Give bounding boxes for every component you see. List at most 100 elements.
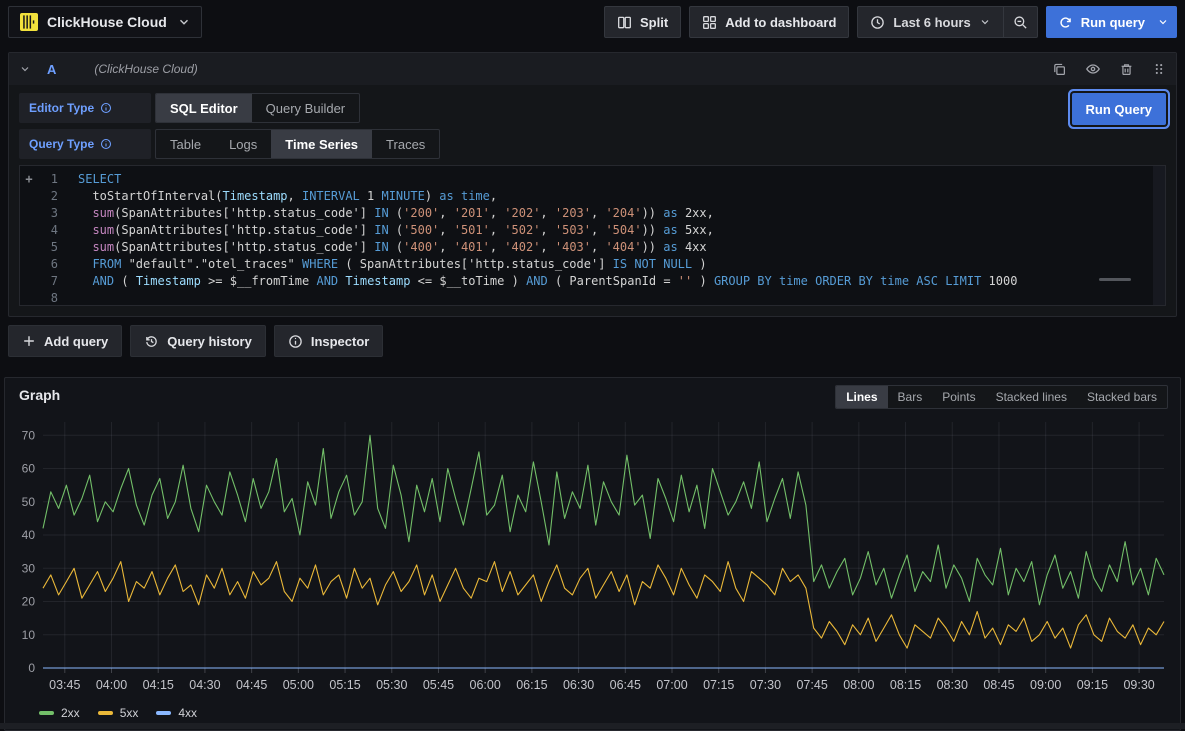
code-token: AND — [316, 274, 338, 288]
graph-panel: Graph Lines Bars Points Stacked lines St… — [4, 377, 1181, 731]
query-type-option-time-series[interactable]: Time Series — [271, 130, 372, 158]
code-token: >= — [201, 274, 230, 288]
code-token: as — [663, 206, 677, 220]
code-token: GROUP BY — [714, 274, 772, 288]
code-token: IN — [374, 223, 388, 237]
inspector-button[interactable]: Inspector — [274, 325, 384, 357]
x-tick-label: 06:00 — [470, 678, 501, 692]
time-picker-group: Last 6 hours — [857, 6, 1037, 38]
code-line[interactable]: 5 sum(SpanAttributes['http.status_code']… — [20, 239, 1165, 256]
hide-response-eye-icon[interactable] — [1085, 61, 1101, 77]
sql-code-editor[interactable]: +1SELECT2 toStartOfInterval(Timestamp, I… — [19, 165, 1166, 306]
display-mode-stacked-lines[interactable]: Stacked lines — [986, 386, 1077, 408]
code-line[interactable]: 4 sum(SpanAttributes['http.status_code']… — [20, 222, 1165, 239]
code-token: ) — [425, 189, 439, 203]
code-line[interactable]: 7 AND ( Timestamp >= $__fromTime AND Tim… — [20, 273, 1165, 290]
x-tick-label: 07:30 — [750, 678, 781, 692]
duplicate-query-icon[interactable] — [1052, 62, 1067, 77]
datasource-picker[interactable]: ClickHouse Cloud — [8, 6, 202, 38]
query-type-option-logs[interactable]: Logs — [215, 130, 271, 158]
legend-item-5xx[interactable]: 5xx — [98, 706, 139, 720]
code-line[interactable]: 2 toStartOfInterval(Timestamp, INTERVAL … — [20, 188, 1165, 205]
x-tick-label: 04:00 — [96, 678, 127, 692]
chevron-down-icon — [177, 15, 191, 29]
time-series-chart-svg[interactable]: 01020304050607003:4504:0004:1504:3004:45… — [9, 414, 1170, 702]
code-token: sum — [92, 240, 114, 254]
legend-item-2xx[interactable]: 2xx — [39, 706, 80, 720]
code-token: '' — [678, 274, 692, 288]
x-tick-label: 04:15 — [143, 678, 174, 692]
code-line[interactable]: +1SELECT — [20, 171, 1165, 188]
run-query-dropdown[interactable] — [1153, 16, 1177, 28]
code-token: ASC — [916, 274, 938, 288]
line-number: 8 — [38, 290, 58, 306]
editor-scrollbar-track[interactable] — [1153, 166, 1165, 305]
display-mode-points[interactable]: Points — [932, 386, 985, 408]
code-line[interactable]: 6 FROM "default"."otel_traces" WHERE ( S… — [20, 256, 1165, 273]
code-token: time — [779, 274, 808, 288]
query-history-button[interactable]: Query history — [130, 325, 266, 357]
code-line[interactable]: 3 sum(SpanAttributes['http.status_code']… — [20, 205, 1165, 222]
info-icon[interactable] — [100, 138, 112, 150]
query-ref-id: A — [47, 62, 56, 77]
code-token: INTERVAL — [302, 189, 360, 203]
explore-actions: Add query Query history Inspector — [8, 325, 1177, 357]
collapse-chevron-icon[interactable] — [19, 63, 31, 75]
line-gutter: +1 — [20, 171, 66, 188]
line-gutter: 6 — [20, 256, 66, 273]
code-token: IN — [374, 206, 388, 220]
editor-type-option-sql-editor[interactable]: SQL Editor — [156, 94, 252, 122]
time-range-button[interactable]: Last 6 hours — [858, 7, 1002, 37]
code-token: 1000 — [981, 274, 1017, 288]
drag-handle-icon[interactable] — [1152, 62, 1166, 76]
x-tick-label: 05:00 — [283, 678, 314, 692]
code-token: Timestamp — [223, 189, 288, 203]
display-mode-bars[interactable]: Bars — [888, 386, 933, 408]
code-token: '200' — [403, 206, 439, 220]
editor-hscrollbar-thumb[interactable] — [1099, 278, 1131, 281]
code-token: '400' — [403, 240, 439, 254]
y-tick-label: 0 — [28, 661, 35, 675]
run-query-panel-button[interactable]: Run Query — [1072, 93, 1166, 125]
code-token: ) — [692, 274, 714, 288]
add-to-dashboard-button[interactable]: Add to dashboard — [689, 6, 849, 38]
legend-swatch-icon — [156, 711, 171, 715]
legend-item-4xx[interactable]: 4xx — [156, 706, 197, 720]
code-token — [454, 189, 461, 203]
code-token: ORDER BY — [815, 274, 873, 288]
line-number: 6 — [38, 256, 58, 273]
code-line[interactable]: 8 — [20, 290, 1165, 306]
code-token: sum — [92, 223, 114, 237]
remove-query-trash-icon[interactable] — [1119, 62, 1134, 77]
query-row-header[interactable]: A (ClickHouse Cloud) — [9, 53, 1176, 85]
info-icon[interactable] — [100, 102, 112, 114]
zoom-out-button[interactable] — [1003, 7, 1037, 37]
chevron-down-icon — [979, 16, 991, 28]
code-token: ( — [389, 206, 403, 220]
code-token: (SpanAttributes['http.status_code'] — [114, 223, 374, 237]
line-number: 7 — [38, 273, 58, 290]
code-token: )) — [642, 206, 664, 220]
legend-label: 5xx — [120, 706, 139, 720]
code-token: '404' — [605, 240, 641, 254]
x-tick-label: 09:30 — [1123, 678, 1154, 692]
query-type-option-table[interactable]: Table — [156, 130, 215, 158]
code-token: ( SpanAttributes['http.status_code'] — [338, 257, 613, 271]
add-line-icon[interactable]: + — [20, 171, 38, 188]
code-token: Timestamp — [345, 274, 410, 288]
editor-type-option-query-builder[interactable]: Query Builder — [252, 94, 359, 122]
code-token: '204' — [605, 206, 641, 220]
code-token: ( — [389, 240, 403, 254]
code-token: , — [540, 223, 554, 237]
code-token: LIMIT — [945, 274, 981, 288]
y-tick-label: 30 — [22, 561, 36, 575]
split-button[interactable]: Split — [604, 6, 681, 38]
run-query-button[interactable]: Run query — [1046, 15, 1153, 30]
x-tick-label: 04:45 — [236, 678, 267, 692]
display-mode-lines[interactable]: Lines — [836, 386, 887, 408]
time-range-label: Last 6 hours — [893, 15, 970, 30]
add-query-button[interactable]: Add query — [8, 325, 122, 357]
query-type-option-traces[interactable]: Traces — [372, 130, 439, 158]
display-mode-stacked-bars[interactable]: Stacked bars — [1077, 386, 1167, 408]
code-token: 1 — [360, 189, 382, 203]
